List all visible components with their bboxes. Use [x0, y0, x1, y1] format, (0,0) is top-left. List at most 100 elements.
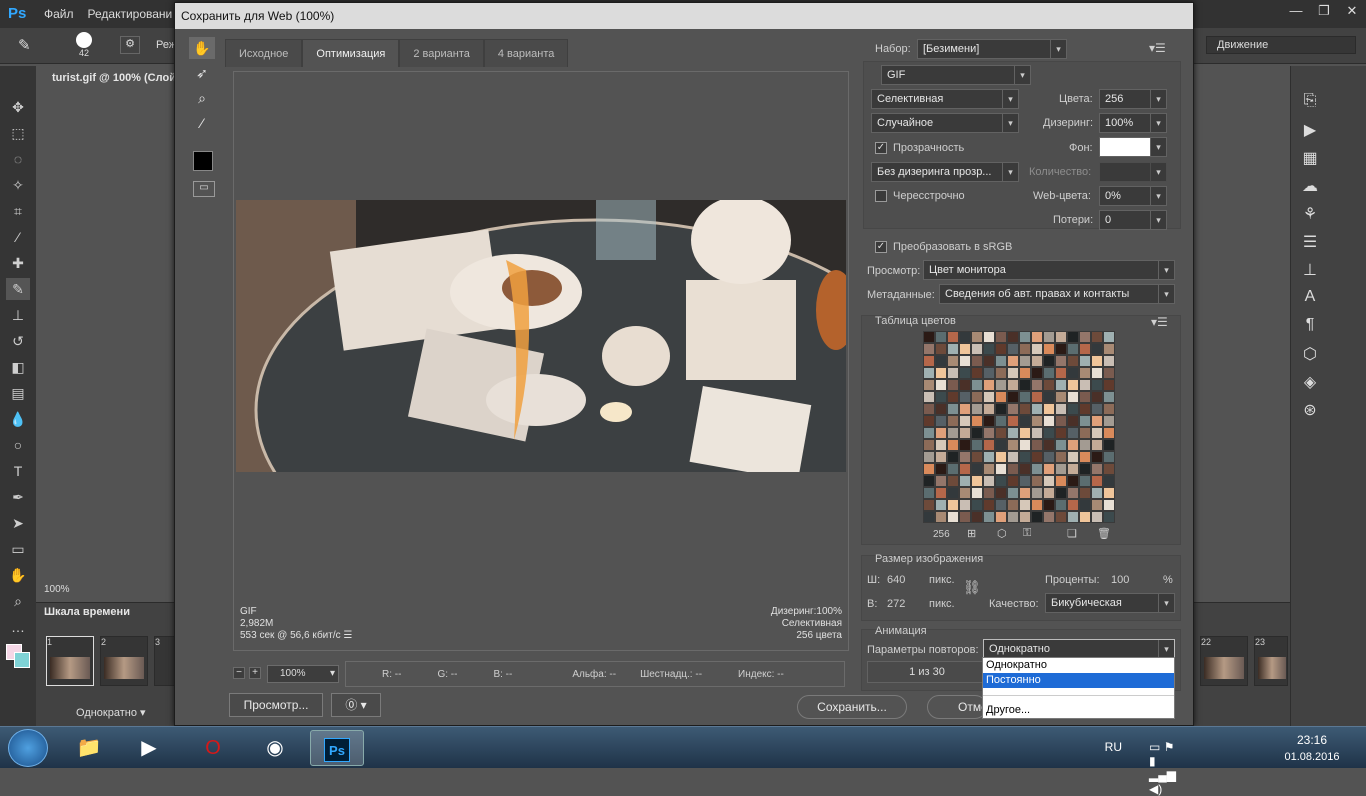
color-table-grid[interactable] [923, 331, 1115, 523]
color-swatch[interactable] [923, 427, 935, 439]
optimize-menu-icon[interactable]: ▾☰ [1149, 41, 1166, 55]
color-swatch[interactable] [1103, 427, 1115, 439]
color-swatch[interactable] [983, 331, 995, 343]
color-swatch[interactable] [923, 355, 935, 367]
color-swatch[interactable] [1055, 391, 1067, 403]
color-swatch[interactable] [947, 343, 959, 355]
height-value[interactable]: 272 [887, 598, 905, 610]
color-swatch[interactable] [1079, 427, 1091, 439]
color-swatch[interactable] [935, 367, 947, 379]
actions-panel-icon[interactable]: ▶ [1295, 120, 1325, 142]
start-button[interactable] [8, 729, 48, 767]
hand-tool-icon[interactable]: ✋ [6, 564, 30, 586]
color-swatch[interactable] [959, 487, 971, 499]
color-swatch[interactable] [1019, 355, 1031, 367]
transparency-dither-select[interactable]: Без дизеринга прозр... ▾ [871, 162, 1019, 182]
color-swatch[interactable] [1103, 355, 1115, 367]
color-swatch[interactable] [1103, 487, 1115, 499]
color-swatch[interactable] [1031, 451, 1043, 463]
document-tab[interactable]: turist.gif @ 100% (Слой [44, 66, 176, 90]
quick-select-icon[interactable]: ✧ [6, 174, 30, 196]
color-swatch[interactable] [1043, 499, 1055, 511]
opera-icon[interactable]: O [186, 730, 240, 766]
color-swatch[interactable] [923, 499, 935, 511]
percent-value[interactable]: 100 [1111, 574, 1129, 586]
crop-tool-icon[interactable]: ⌗ [6, 200, 30, 222]
color-swatch[interactable] [1007, 403, 1019, 415]
color-swatch[interactable] [1067, 367, 1079, 379]
3d-panel-icon[interactable]: ⬡ [1295, 344, 1325, 366]
color-swatch[interactable] [923, 379, 935, 391]
color-swatch[interactable] [971, 511, 983, 523]
color-swatch[interactable] [959, 511, 971, 523]
color-swatch[interactable] [947, 511, 959, 523]
color-swatch[interactable] [1079, 511, 1091, 523]
color-swatch[interactable] [1007, 511, 1019, 523]
color-swatch[interactable] [1043, 439, 1055, 451]
color-swatch[interactable] [1055, 331, 1067, 343]
color-swatch[interactable] [995, 499, 1007, 511]
color-swatch[interactable] [923, 331, 935, 343]
color-swatch[interactable] [923, 475, 935, 487]
trash-icon[interactable]: 🗑 [1097, 527, 1111, 540]
color-swatch[interactable] [1103, 403, 1115, 415]
color-swatch[interactable] [971, 355, 983, 367]
menu-file[interactable]: Файл [44, 7, 74, 21]
preview-area[interactable]: GIF 2,982M 553 сек @ 56,6 кбит/с ☰ Дизер… [233, 71, 849, 651]
color-swatch[interactable] [1079, 487, 1091, 499]
color-swatch[interactable] [923, 511, 935, 523]
color-swatch[interactable] [959, 331, 971, 343]
color-swatch[interactable] [983, 475, 995, 487]
color-swatch[interactable] [983, 463, 995, 475]
dither-input[interactable]: 100% ▾ [1099, 113, 1167, 133]
color-swatch[interactable] [1007, 331, 1019, 343]
width-value[interactable]: 640 [887, 574, 905, 586]
zoom-out-button[interactable]: − [233, 667, 245, 679]
color-swatch[interactable] [995, 427, 1007, 439]
timeline-loop-select[interactable]: Однократно ▾ [44, 706, 146, 719]
color-swatch[interactable] [1031, 439, 1043, 451]
lasso-tool-icon[interactable]: ◌ [6, 148, 30, 170]
color-swatch[interactable] [983, 379, 995, 391]
color-swatch[interactable] [1091, 427, 1103, 439]
color-swatch[interactable] [983, 487, 995, 499]
color-swatch[interactable] [1067, 379, 1079, 391]
color-swatch[interactable] [947, 487, 959, 499]
brush-preview-icon[interactable] [76, 32, 92, 48]
color-swatch[interactable] [1007, 355, 1019, 367]
history-brush-icon[interactable]: ↺ [6, 330, 30, 352]
color-swatch[interactable] [1031, 379, 1043, 391]
color-swatch[interactable] [1043, 487, 1055, 499]
brush-icon[interactable]: ✎ [18, 36, 40, 56]
loop-option-once[interactable]: Однократно [983, 658, 1174, 673]
format-select[interactable]: GIF ▾ [881, 65, 1031, 85]
color-swatch[interactable] [995, 391, 1007, 403]
move-tool-icon[interactable]: ✥ [6, 96, 30, 118]
color-swatch[interactable] [923, 343, 935, 355]
eyedropper-tool-icon[interactable]: ⁄ [6, 226, 30, 248]
color-swatch[interactable] [947, 367, 959, 379]
tab-2-up[interactable]: 2 варианта [399, 39, 484, 67]
color-swatch[interactable] [1031, 511, 1043, 523]
color-swatch[interactable] [1067, 343, 1079, 355]
color-swatch[interactable] [995, 487, 1007, 499]
quality-select[interactable]: Бикубическая ▾ [1045, 593, 1175, 613]
color-swatch[interactable] [983, 427, 995, 439]
color-swatch[interactable] [1079, 463, 1091, 475]
close-icon[interactable]: ✕ [1338, 0, 1366, 24]
color-swatch[interactable] [971, 499, 983, 511]
timeline-frame[interactable]: 3 [154, 636, 176, 686]
color-swatch[interactable] [1067, 403, 1079, 415]
color-swatch[interactable] [1055, 475, 1067, 487]
color-swatch[interactable] [983, 439, 995, 451]
timeline-frame[interactable]: 23 [1254, 636, 1288, 686]
color-swatch[interactable] [1043, 367, 1055, 379]
color-swatch[interactable] [959, 367, 971, 379]
color-swatch[interactable] [947, 451, 959, 463]
info-menu-icon[interactable]: ☰ [343, 630, 352, 641]
color-swatch[interactable] [959, 391, 971, 403]
brush-presets-icon[interactable]: ⚘ [1295, 204, 1325, 226]
color-swatch[interactable] [1055, 427, 1067, 439]
brush-panel-icon[interactable]: ⚙ [120, 36, 140, 54]
colors-input[interactable]: 256 ▾ [1099, 89, 1167, 109]
